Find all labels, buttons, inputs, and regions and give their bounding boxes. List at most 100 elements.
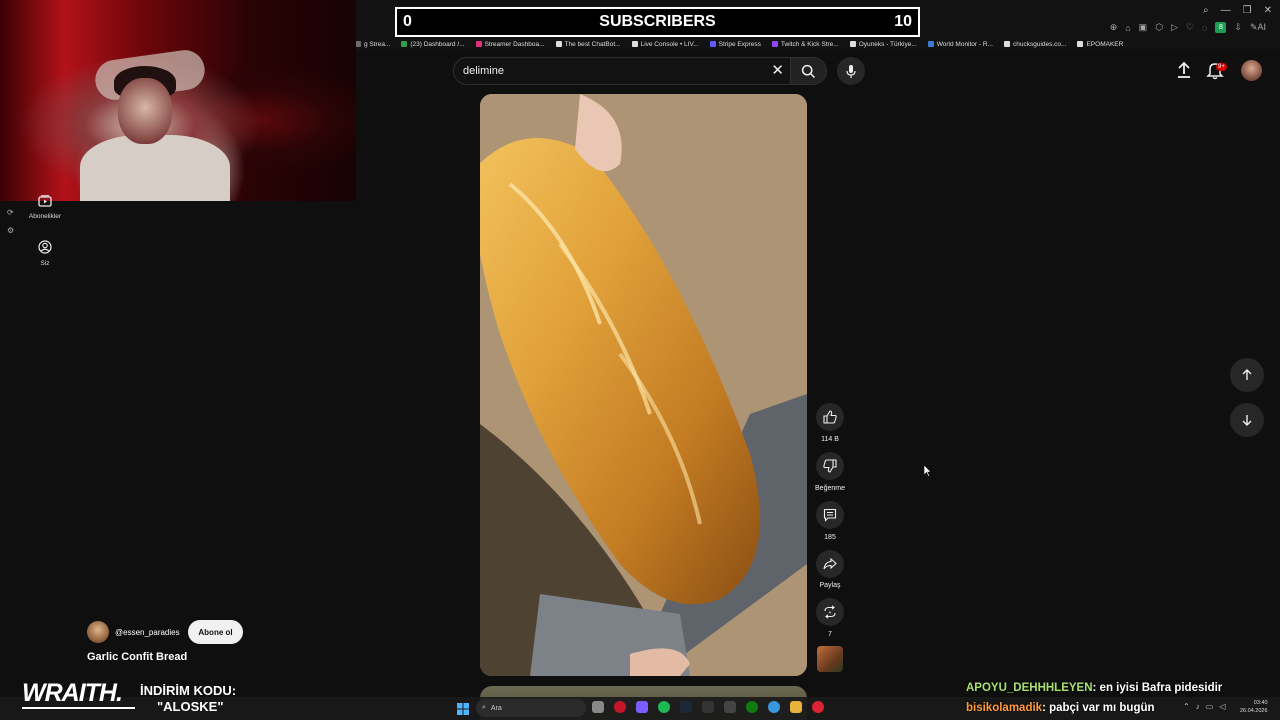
player-icon[interactable]: ▷	[1171, 22, 1178, 33]
bookmark-item[interactable]: Oyuneks - Türkiye...	[849, 40, 917, 48]
shorts-small-icon[interactable]: ⟳	[7, 204, 14, 222]
counter-right-value: 10	[894, 13, 912, 30]
opera-gx-icon[interactable]	[614, 701, 626, 713]
ai-icon[interactable]: ✎AI	[1250, 22, 1266, 33]
edge-icon[interactable]	[768, 701, 780, 713]
nav-subscriptions-label: Abonelikler	[28, 213, 62, 220]
task-view-icon[interactable]	[592, 701, 604, 713]
arrow-up-icon	[1242, 369, 1252, 380]
side-gear-icons: ⟳ ⚙	[7, 204, 14, 240]
volume-icon[interactable]: ◁	[1219, 702, 1225, 711]
search-icon	[801, 64, 816, 78]
taskbar-search[interactable]: ⌕ Ara	[476, 699, 586, 717]
counter-left-value: 0	[403, 13, 412, 30]
screenshot-icon[interactable]: ▣	[1139, 22, 1148, 33]
channel-avatar[interactable]	[87, 621, 109, 643]
bookmark-label: Oyuneks - Türkiye...	[858, 40, 917, 48]
sponsor-promo-code: "ALOSKE"	[157, 699, 224, 714]
remix-icon: +	[824, 605, 836, 619]
bookmark-item[interactable]: Twitch & Kick Stre...	[771, 41, 839, 48]
nav-you[interactable]: Siz	[15, 240, 75, 267]
chat-username: APOYU_DEHHHLEYEN	[966, 682, 1093, 694]
translate-icon[interactable]: ⬡	[1155, 22, 1163, 33]
obs-icon[interactable]	[724, 701, 736, 713]
bookmark-item[interactable]: The best ChatBot...	[555, 41, 621, 48]
remix-count: 7	[828, 631, 832, 638]
steam-icon[interactable]	[680, 701, 692, 713]
subscriptions-icon	[15, 195, 75, 210]
nav-subscriptions[interactable]: Abonelikler	[15, 195, 75, 220]
tray-chevron-icon[interactable]: ⌃	[1183, 702, 1190, 711]
bookmark-label: chucksguides.co...	[1012, 40, 1067, 48]
close-window-icon[interactable]: ✕	[1264, 5, 1272, 16]
extension-icon[interactable]: 8	[1215, 22, 1227, 33]
taskbar-date: 26.04.2026	[1240, 708, 1268, 714]
file-explorer-icon[interactable]	[790, 701, 802, 713]
xbox-icon[interactable]	[746, 701, 758, 713]
subscribe-button[interactable]: Abone ol	[188, 620, 243, 644]
bookmark-item[interactable]: EPOMAKER	[1077, 41, 1123, 48]
bookmark-item[interactable]: Live Console • LIV...	[631, 41, 699, 48]
windows-logo-icon	[457, 703, 469, 715]
next-short-button[interactable]	[1230, 403, 1264, 437]
chat-message: APOYU_DEHHHLEYEN: en iyisi Bafra pidesid…	[966, 682, 1222, 694]
minimize-icon[interactable]: —	[1221, 5, 1231, 16]
upload-icon[interactable]	[1174, 60, 1194, 85]
video-title[interactable]: Garlic Confit Bread	[87, 651, 187, 663]
dislike-label: Beğenme	[815, 485, 845, 492]
clear-search-icon[interactable]: ✕	[771, 62, 784, 80]
bookmark-item[interactable]: chucksguides.co...	[1003, 40, 1067, 48]
search-tabs-icon[interactable]: ⌕	[1203, 5, 1209, 16]
bookmark-favicon-icon	[1003, 41, 1010, 47]
start-button[interactable]	[457, 702, 469, 720]
chat-username: bisikolamadik	[966, 702, 1043, 714]
like-count: 114 B	[821, 436, 839, 443]
video-frame-bread	[480, 94, 807, 676]
bookmark-item[interactable]: Stripe Express	[709, 40, 761, 48]
webcam-feed	[0, 0, 356, 201]
remix-button[interactable]: +	[816, 598, 844, 626]
restore-icon[interactable]: ❐	[1243, 5, 1252, 16]
bookmark-item[interactable]: Streamer Dashboa...	[475, 41, 545, 48]
display-tray-icon[interactable]: ▭	[1206, 702, 1214, 711]
chat-text: : en iyisi Bafra pidesidir	[1092, 682, 1223, 694]
microphone-tray-icon[interactable]: ♪	[1196, 702, 1200, 711]
counter-title: SUBSCRIBERS	[599, 13, 716, 30]
chat-icon[interactable]: ◌	[1202, 23, 1207, 33]
spotify-icon[interactable]	[658, 701, 670, 713]
zoom-icon[interactable]: ⊕	[1110, 22, 1118, 33]
settings-small-icon[interactable]: ⚙	[7, 222, 14, 240]
bookmark-favicon-icon	[927, 41, 934, 47]
app-icon[interactable]	[812, 701, 824, 713]
short-video-player[interactable]	[480, 94, 807, 676]
discord-icon[interactable]	[636, 701, 648, 713]
bookmark-item[interactable]: g Strea...	[355, 41, 390, 48]
user-avatar[interactable]	[1241, 60, 1262, 81]
sponsor-logo: WRAITH.	[22, 679, 123, 707]
bookmark-favicon-icon	[475, 41, 482, 47]
svg-text:+: +	[829, 610, 832, 616]
share-label: Paylaş	[819, 582, 841, 589]
like-button[interactable]	[816, 403, 844, 431]
voice-search-button[interactable]	[837, 57, 865, 85]
epic-games-icon[interactable]	[702, 701, 714, 713]
bookmark-item[interactable]: (23) Dashboard /...	[401, 41, 465, 48]
chat-text: : pabçi var mı bugün	[1042, 702, 1155, 714]
search-button[interactable]	[791, 57, 827, 85]
comments-button[interactable]	[816, 501, 844, 529]
bookmark-favicon-icon	[849, 41, 856, 47]
bookmark-item[interactable]: World Monitor - R...	[927, 41, 993, 48]
pin-icon[interactable]: ⌂	[1125, 23, 1130, 33]
search-input[interactable]	[463, 58, 753, 84]
download-icon[interactable]: ⇩	[1234, 22, 1242, 33]
share-button[interactable]	[816, 550, 844, 578]
previous-short-button[interactable]	[1230, 358, 1264, 392]
dislike-button[interactable]	[816, 452, 844, 480]
favorite-icon[interactable]: ♡	[1186, 22, 1194, 33]
bookmark-label: Stripe Express	[718, 40, 761, 48]
thumbs-up-icon	[823, 410, 837, 424]
channel-handle[interactable]: @essen_paradies	[115, 628, 180, 637]
taskbar-clock[interactable]: 03:40 26.04.2026	[1240, 699, 1268, 715]
sound-thumbnail[interactable]	[817, 646, 843, 672]
sponsor-underline	[22, 707, 135, 709]
